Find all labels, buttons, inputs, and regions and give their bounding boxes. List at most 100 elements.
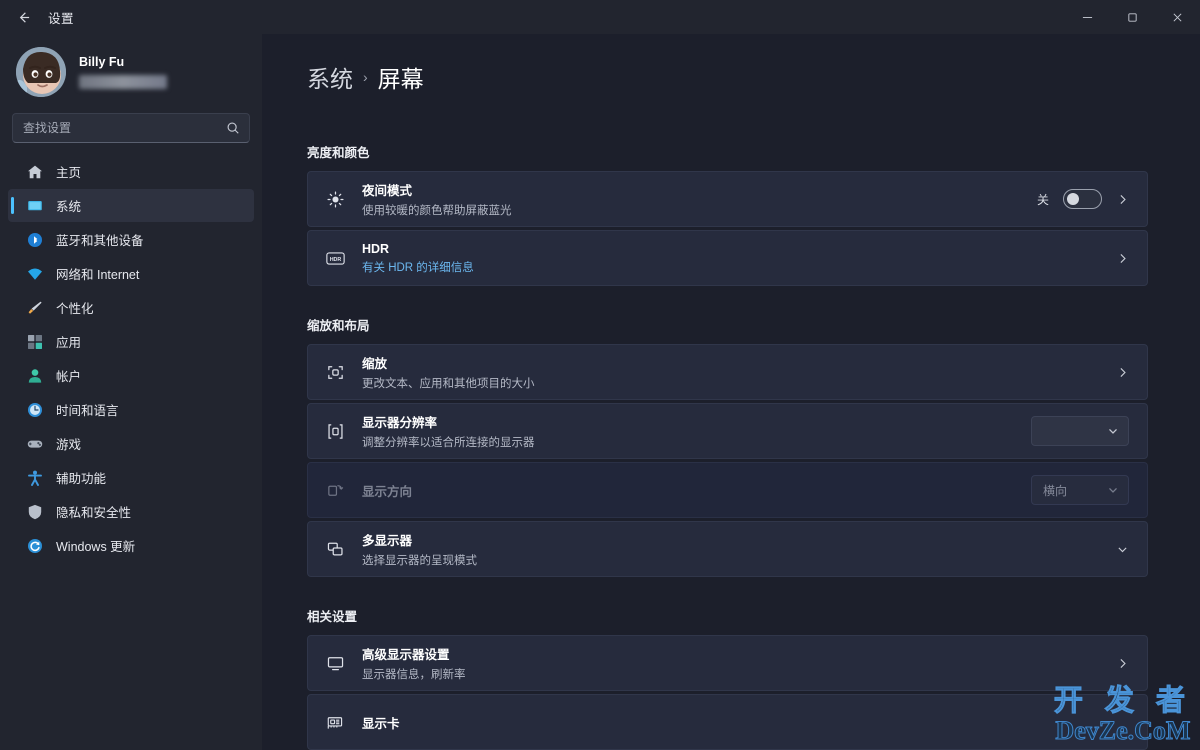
- page-title: 屏幕: [377, 66, 424, 92]
- orientation-combo-value: 横向: [1043, 483, 1068, 498]
- sidebar-item-label: 应用: [56, 336, 82, 350]
- settings-group-related: 高级显示器设置 显示器信息，刷新率 显示卡: [307, 635, 1148, 750]
- avatar: [16, 47, 66, 97]
- row-scale[interactable]: 缩放 更改文本、应用和其他项目的大小: [307, 344, 1148, 400]
- sidebar-item-bluetooth[interactable]: 蓝牙和其他设备: [8, 223, 254, 256]
- row-subtitle: 更改文本、应用和其他项目的大小: [362, 378, 535, 390]
- sidebar-item-label: 时间和语言: [56, 404, 119, 418]
- resolution-icon: [324, 422, 346, 441]
- user-profile[interactable]: Billy Fu: [8, 34, 254, 107]
- accounts-icon: [26, 367, 43, 384]
- main-content: 系统 › 屏幕 亮度和颜色 夜间模式 使用较暖的颜色帮助屏蔽蓝光 关 HDR H…: [262, 34, 1200, 750]
- sidebar-item-label: 主页: [56, 166, 82, 180]
- scale-combo-placeholder[interactable]: [1004, 357, 1102, 387]
- windows-update-icon: [26, 537, 43, 554]
- resolution-combo[interactable]: [1031, 416, 1129, 446]
- row-title: 显示卡: [362, 716, 400, 731]
- profile-email-masked: [79, 75, 167, 89]
- profile-name: Billy Fu: [79, 55, 125, 69]
- sun-icon: [324, 190, 346, 209]
- sidebar-item-accessibility[interactable]: 辅助功能: [8, 461, 254, 494]
- search-icon: [226, 121, 240, 140]
- row-graphics-card[interactable]: 显示卡: [307, 694, 1148, 750]
- sidebar-item-network[interactable]: 网络和 Internet: [8, 257, 254, 290]
- sidebar-item-home[interactable]: 主页: [8, 155, 254, 188]
- section-title-scale-layout: 缩放和布局: [307, 319, 370, 333]
- back-button[interactable]: [6, 2, 40, 32]
- sidebar-item-time-language[interactable]: 时间和语言: [8, 393, 254, 426]
- sidebar-item-label: 网络和 Internet: [56, 268, 140, 282]
- chevron-down-icon: [1109, 487, 1117, 493]
- chevron-down-icon: [1109, 428, 1117, 434]
- window-title: 设置: [48, 11, 75, 26]
- breadcrumb-parent[interactable]: 系统: [307, 60, 353, 94]
- row-title: 夜间模式: [362, 184, 413, 198]
- row-title: 缩放: [362, 357, 388, 371]
- window-controls: [1065, 0, 1200, 34]
- sidebar-item-windows-update[interactable]: Windows 更新: [8, 529, 254, 562]
- row-title: 高级显示器设置: [362, 648, 450, 662]
- row-subtitle: 显示器信息，刷新率: [362, 669, 466, 681]
- svg-text:HDR: HDR: [329, 256, 341, 262]
- minimize-button[interactable]: [1065, 0, 1110, 34]
- chevron-right-icon[interactable]: [1116, 366, 1129, 379]
- row-hdr[interactable]: HDR HDR 有关 HDR 的详细信息: [307, 230, 1148, 286]
- row-title: 显示方向: [362, 484, 413, 499]
- sidebar: Billy Fu 主页: [0, 34, 262, 750]
- gaming-icon: [26, 435, 43, 452]
- row-display-resolution[interactable]: 显示器分辨率 调整分辨率以适合所连接的显示器: [307, 403, 1148, 459]
- hdr-badge-icon: HDR: [324, 249, 346, 268]
- watermark-line2: DevZe.CoM: [1055, 716, 1191, 745]
- search-input[interactable]: [13, 121, 249, 135]
- chevron-right-icon[interactable]: [1116, 657, 1129, 670]
- minimize-icon: [1082, 16, 1093, 18]
- row-title: 显示器分辨率: [362, 416, 438, 430]
- row-multiple-displays[interactable]: 多显示器 选择显示器的呈现模式: [307, 521, 1148, 577]
- maximize-button[interactable]: [1110, 0, 1155, 34]
- row-subtitle: 调整分辨率以适合所连接的显示器: [362, 437, 535, 449]
- chevron-right-icon[interactable]: [1116, 193, 1129, 206]
- sidebar-item-label: 个性化: [56, 302, 94, 316]
- hdr-info-link[interactable]: 有关 HDR 的详细信息: [362, 259, 474, 275]
- section-title-brightness: 亮度和颜色: [307, 146, 370, 160]
- row-night-light[interactable]: 夜间模式 使用较暖的颜色帮助屏蔽蓝光 关: [307, 171, 1148, 227]
- night-light-toggle[interactable]: [1063, 189, 1102, 209]
- sidebar-item-personalization[interactable]: 个性化: [8, 291, 254, 324]
- close-icon: [1173, 13, 1182, 21]
- home-icon: [26, 163, 43, 180]
- sidebar-item-label: 系统: [56, 200, 82, 214]
- orientation-icon: [324, 481, 346, 500]
- close-button[interactable]: [1155, 0, 1200, 34]
- sidebar-item-accounts[interactable]: 帐户: [8, 359, 254, 392]
- sidebar-item-label: 游戏: [56, 438, 82, 452]
- back-arrow-icon: [19, 11, 29, 23]
- accessibility-icon: [26, 469, 43, 486]
- row-subtitle: 选择显示器的呈现模式: [362, 555, 477, 567]
- chevron-right-icon[interactable]: [1116, 252, 1129, 265]
- sidebar-item-label: Windows 更新: [56, 540, 136, 554]
- watermark: 开 发 者 DevZe.CoM: [1053, 686, 1192, 745]
- search-box[interactable]: [12, 113, 250, 143]
- row-display-orientation: 显示方向 横向: [307, 462, 1148, 518]
- chevron-down-icon[interactable]: [1116, 543, 1129, 556]
- settings-window: 设置 Billy Fu 查找设置 主页 系统 蓝牙和其他设备 网络和 Inter…: [0, 0, 1200, 750]
- sidebar-item-privacy[interactable]: 隐私和安全性: [8, 495, 254, 528]
- time-language-icon: [26, 401, 43, 418]
- section-title-related: 相关设置: [307, 610, 358, 624]
- sidebar-nav: 主页 系统 蓝牙和其他设备 网络和 Internet 个性化 应用 帐户 时间和…: [8, 155, 254, 562]
- row-title: 多显示器: [362, 534, 413, 548]
- privacy-shield-icon: [26, 503, 43, 520]
- apps-icon: [26, 333, 43, 350]
- sidebar-item-gaming[interactable]: 游戏: [8, 427, 254, 460]
- sidebar-item-system[interactable]: 系统: [8, 189, 254, 222]
- network-icon: [26, 265, 43, 282]
- settings-group-brightness: 夜间模式 使用较暖的颜色帮助屏蔽蓝光 关 HDR HDR 有关 HDR 的详细信…: [307, 171, 1148, 286]
- personalization-icon: [26, 299, 43, 316]
- row-advanced-display[interactable]: 高级显示器设置 显示器信息，刷新率: [307, 635, 1148, 691]
- row-subtitle: 使用较暖的颜色帮助屏蔽蓝光: [362, 205, 512, 217]
- sidebar-item-apps[interactable]: 应用: [8, 325, 254, 358]
- sidebar-item-label: 辅助功能: [56, 472, 107, 486]
- sidebar-item-label: 帐户: [56, 370, 82, 384]
- title-bar: 设置: [0, 0, 1200, 34]
- maximize-icon: [1128, 12, 1137, 22]
